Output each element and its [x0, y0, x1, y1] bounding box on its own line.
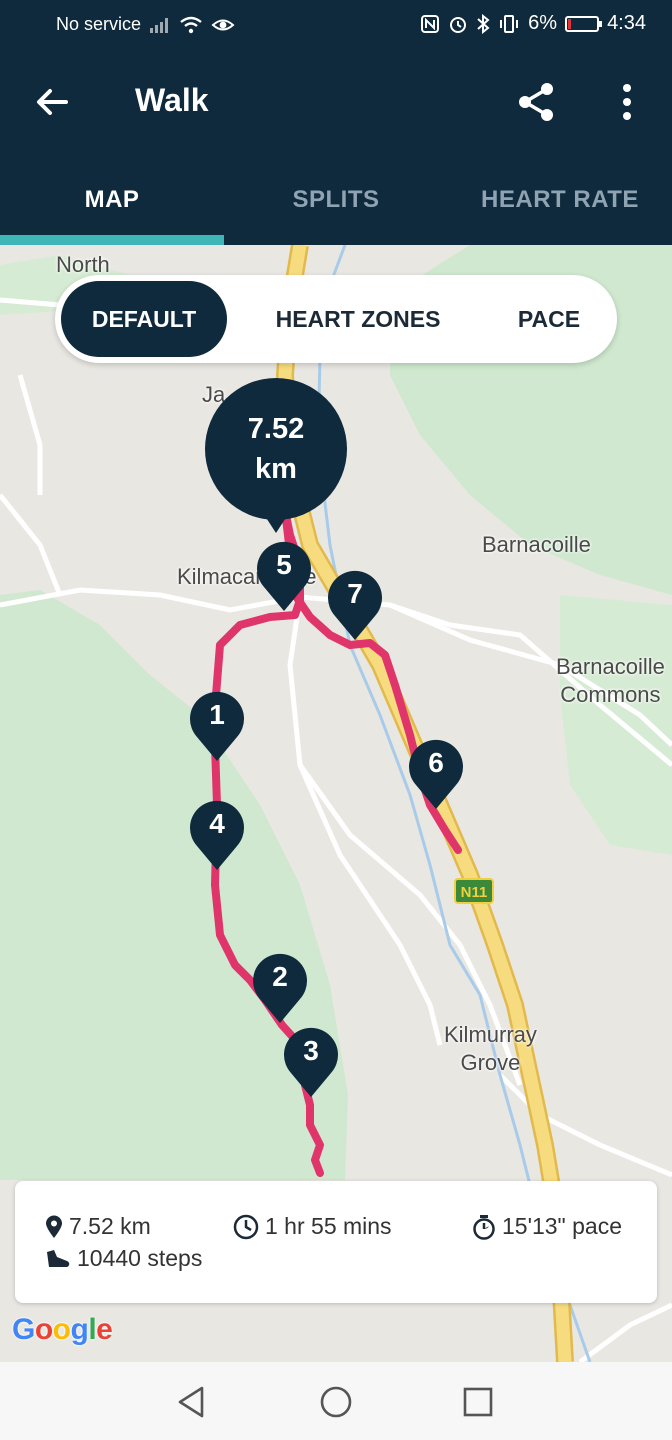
- stopwatch-icon: [473, 1214, 495, 1240]
- stat-distance-value: 7.52 km: [69, 1213, 151, 1239]
- km-marker-label: 1: [209, 699, 225, 730]
- stat-duration-value: 1 hr 55 mins: [265, 1213, 392, 1239]
- square-recents-icon[interactable]: [458, 1382, 498, 1422]
- km-marker-label: 3: [303, 1035, 319, 1066]
- km-marker-label: 6: [428, 747, 444, 778]
- place-label-line: Commons: [560, 682, 661, 707]
- km-marker-5[interactable]: 5: [256, 541, 312, 613]
- battery-percent: 6%: [528, 12, 558, 34]
- tab-heart-rate[interactable]: HEART RATE: [448, 155, 672, 245]
- map-view[interactable]: N11 North Ja Kilmacanogue Barnacoille Ba…: [0, 245, 672, 1362]
- mode-default-button[interactable]: DEFAULT: [61, 281, 227, 357]
- google-logo-letter: o: [52, 1313, 71, 1346]
- distance-bubble-value: 7.52: [247, 413, 305, 445]
- battery-icon: [565, 15, 603, 32]
- signal-icon: [150, 17, 169, 33]
- km-marker-7[interactable]: 7: [327, 570, 383, 642]
- tab-splits[interactable]: SPLITS: [224, 155, 448, 245]
- distance-bubble[interactable]: 7.52 km: [205, 378, 347, 520]
- eye-icon: [211, 19, 235, 30]
- clock: 4:34: [607, 12, 646, 34]
- battery-fill: [568, 18, 572, 29]
- place-label-line: Barnacoille: [556, 654, 665, 679]
- distance-bubble-unit: km: [255, 453, 297, 485]
- shoe-icon: [47, 1249, 70, 1267]
- app-bar: Walk: [0, 50, 672, 155]
- google-logo-letter: l: [88, 1313, 97, 1346]
- km-marker-3[interactable]: 3: [283, 1027, 339, 1099]
- place-label-line: Kilmurray: [444, 1022, 537, 1047]
- place-label-line: Grove: [460, 1050, 521, 1075]
- status-left: No service: [56, 14, 235, 35]
- stat-pace-value: 15'13" pace: [502, 1213, 622, 1239]
- tab-bar: MAP SPLITS HEART RATE: [0, 155, 672, 245]
- place-label-kilmurray-grove: Kilmurray Grove: [444, 1021, 537, 1077]
- stat-steps-value: 10440 steps: [77, 1245, 203, 1271]
- google-logo-letter: o: [34, 1313, 53, 1346]
- mode-heart-zones-button[interactable]: HEART ZONES: [227, 281, 489, 357]
- bluetooth-icon: [477, 13, 490, 34]
- location-pin-icon: [46, 1215, 62, 1238]
- km-marker-2[interactable]: 2: [252, 953, 308, 1025]
- park-area-right: [560, 595, 672, 855]
- circle-home-icon[interactable]: [316, 1382, 356, 1422]
- map-mode-selector: DEFAULT HEART ZONES PACE: [55, 275, 617, 363]
- km-marker-label: 5: [276, 549, 292, 580]
- km-marker-4[interactable]: 4: [189, 800, 245, 872]
- road-label: N11: [461, 884, 488, 901]
- stat-steps: 10440 steps: [45, 1245, 202, 1272]
- stat-pace: 15'13" pace: [472, 1213, 622, 1240]
- triangle-back-icon[interactable]: [172, 1382, 212, 1422]
- place-label-barnacoille-commons: Barnacoille Commons: [556, 653, 665, 709]
- km-marker-1[interactable]: 1: [189, 691, 245, 763]
- km-marker-label: 2: [272, 961, 288, 992]
- google-logo-letter: e: [96, 1313, 113, 1346]
- stat-duration: 1 hr 55 mins: [233, 1213, 392, 1240]
- google-logo: Google: [12, 1313, 113, 1347]
- km-marker-label: 4: [209, 808, 225, 839]
- stat-distance: 7.52 km: [45, 1213, 151, 1240]
- nfc-icon: [421, 14, 440, 33]
- vibrate-icon: [500, 14, 519, 33]
- google-logo-letter: g: [70, 1313, 89, 1346]
- system-nav-bar: [0, 1362, 672, 1440]
- google-logo-letter: G: [12, 1313, 35, 1346]
- place-label-barnacoille: Barnacoille: [482, 532, 591, 557]
- wifi-icon: [180, 16, 202, 33]
- tab-map[interactable]: MAP: [0, 155, 224, 245]
- activity-summary-card: 7.52 km 1 hr 55 mins 15'13" pace 10440 s…: [15, 1181, 657, 1303]
- distance-bubble-tail: [263, 513, 289, 533]
- km-marker-6[interactable]: 6: [408, 739, 464, 811]
- alarm-icon: [450, 16, 467, 33]
- mode-pace-button[interactable]: PACE: [489, 281, 609, 357]
- carrier-text: No service: [56, 14, 142, 34]
- clock-icon: [233, 1214, 259, 1239]
- status-right: 6% 4:34: [420, 12, 646, 35]
- more-vertical-icon[interactable]: [610, 80, 644, 124]
- page-title: Walk: [135, 82, 209, 118]
- status-bar: No service 6% 4:34: [0, 0, 672, 50]
- share-icon[interactable]: [514, 80, 558, 124]
- arrow-left-icon[interactable]: [30, 80, 74, 124]
- km-marker-label: 7: [347, 578, 363, 609]
